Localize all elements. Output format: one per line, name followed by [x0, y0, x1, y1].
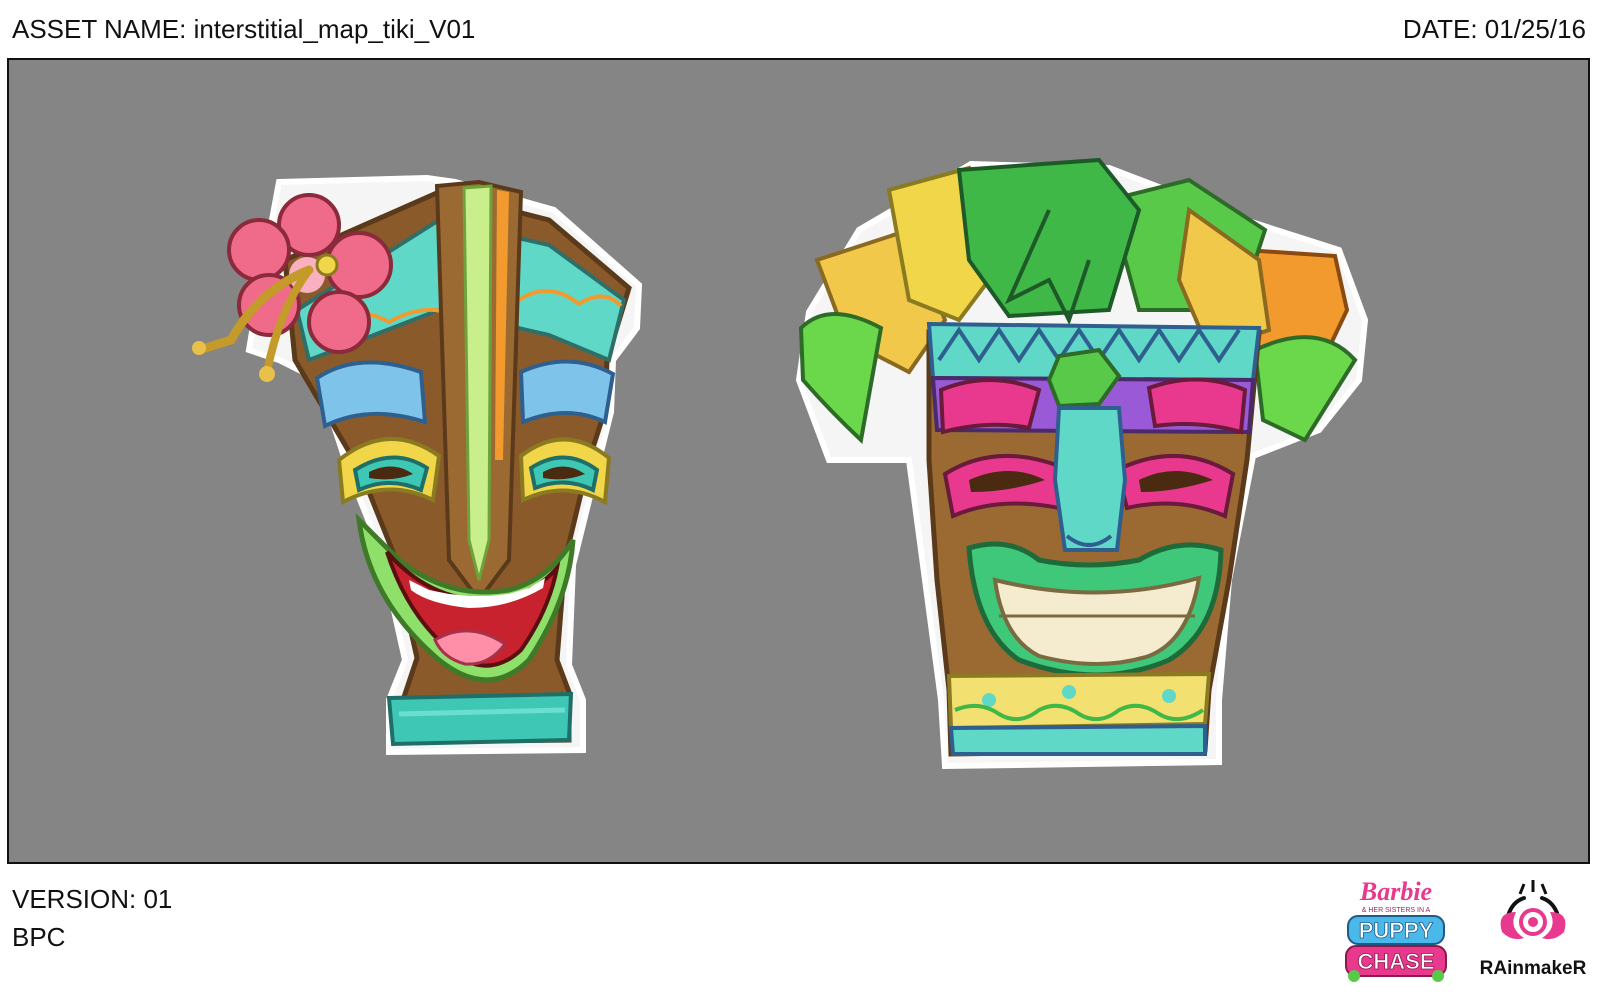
asset-date-label: DATE: 01/25/16 [1402, 14, 1586, 44]
rainmaker-logo: RAinmakeR [1472, 872, 1594, 990]
tiki-artwork [192, 157, 1369, 770]
version-label: VERSION: 01 [12, 884, 173, 914]
project-code-label: BPC [12, 922, 66, 952]
logo-barbie-word: Barbie [1359, 877, 1432, 906]
rainmaker-swirl-icon [1500, 880, 1566, 940]
logo-chase-word: CHASE [1357, 949, 1434, 974]
tiki-left-figure [192, 174, 643, 756]
tiki-right-figure [795, 157, 1369, 770]
logo-rainmaker-word: RAinmakeR [1480, 958, 1587, 979]
logo-puppy-word: PUPPY [1359, 918, 1434, 943]
artwork-canvas [7, 58, 1590, 864]
logo-barbie-subline: & HER SISTERS IN A [1362, 907, 1431, 914]
barbie-puppy-chase-logo: Barbie & HER SISTERS IN A PUPPY CHASE [1336, 872, 1456, 990]
asset-name-label: ASSET NAME: interstitial_map_tiki_V01 [12, 14, 476, 44]
